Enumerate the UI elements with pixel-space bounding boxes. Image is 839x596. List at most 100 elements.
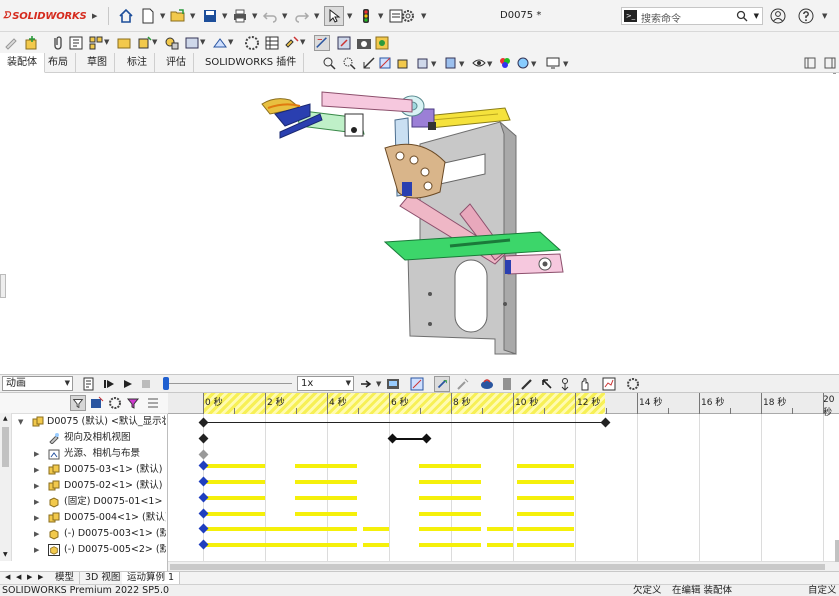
change-bar[interactable] — [517, 527, 574, 531]
component-key-point[interactable] — [198, 523, 209, 534]
scroll-down-icon[interactable]: ▼ — [3, 551, 8, 558]
move-component-icon[interactable] — [136, 35, 152, 51]
zoom-to-area-icon[interactable] — [342, 56, 356, 70]
tab-scroll-first-icon[interactable]: ◀ — [5, 573, 10, 581]
motion-timeline[interactable]: 0 秒 2 秒 4 秒 6 秒 8 秒 10 秒 12 秒 14 秒 16 秒 … — [168, 393, 839, 561]
component-key-point[interactable] — [198, 539, 209, 550]
reference-dropdown-icon[interactable]: ▼ — [228, 38, 233, 46]
camera-key-point[interactable] — [198, 433, 209, 444]
traffic-light-icon[interactable] — [356, 6, 376, 26]
expand-arrow-icon[interactable]: ▶ — [34, 478, 39, 494]
menu-chevron-icon[interactable]: ▶ — [92, 12, 97, 20]
expand-arrow-icon[interactable]: ▶ — [34, 510, 39, 526]
hide-show-dropdown-icon[interactable]: ▼ — [487, 60, 492, 68]
tree-item-component[interactable]: ▶ D0075-02<1> (默认) <默 — [0, 478, 166, 494]
show-hidden-components-icon[interactable] — [164, 35, 180, 51]
study-type-select[interactable]: 动画 ▼ — [2, 376, 73, 391]
hand-drag-icon[interactable] — [578, 377, 592, 391]
tree-item-component[interactable]: ▶ D0075-03<1> (默认) <默 — [0, 462, 166, 478]
change-bar[interactable] — [419, 512, 481, 516]
expand-arrow-icon[interactable]: ▶ — [34, 542, 39, 558]
restore-panel-icon[interactable] — [803, 56, 817, 70]
motion-study-properties-gear-icon[interactable] — [626, 377, 640, 391]
filter-selected-icon[interactable] — [108, 396, 122, 410]
units-custom[interactable]: 自定义 — [808, 585, 837, 596]
change-bar[interactable] — [487, 543, 513, 547]
results-plots-icon[interactable] — [602, 377, 616, 391]
change-bar[interactable] — [203, 496, 265, 500]
change-bar[interactable] — [295, 512, 357, 516]
change-bar[interactable] — [295, 496, 357, 500]
motor-icon[interactable] — [480, 377, 494, 391]
playback-mode-arrow-icon[interactable] — [360, 378, 372, 390]
change-bar[interactable] — [517, 512, 574, 516]
change-bar[interactable] — [419, 527, 481, 531]
filter-driving-icon[interactable] — [90, 396, 104, 410]
key-point-start[interactable] — [198, 417, 209, 428]
display-style-dropdown-icon[interactable]: ▼ — [459, 60, 464, 68]
tree-scroll-thumb[interactable] — [2, 427, 9, 467]
dynamic-annotation-icon[interactable] — [396, 56, 410, 70]
assembly-model-render[interactable] — [0, 74, 839, 374]
change-bar[interactable] — [203, 512, 265, 516]
reference-geometry-icon[interactable] — [212, 35, 228, 51]
expand-arrow-icon[interactable]: ▶ — [34, 462, 39, 478]
change-bar[interactable] — [203, 464, 265, 468]
save-icon[interactable] — [200, 6, 220, 26]
edit-appearance-icon[interactable] — [498, 56, 512, 70]
timeline-vertical-scroll-thumb[interactable] — [835, 540, 839, 562]
change-bar[interactable] — [203, 527, 357, 531]
tab-assembly[interactable]: 装配体 — [0, 53, 45, 73]
open-folder-icon[interactable] — [168, 6, 188, 26]
panel-flyout-handle[interactable] — [0, 274, 6, 298]
new-motion-study-icon[interactable] — [244, 35, 260, 51]
view-orientation-icon[interactable] — [416, 56, 430, 70]
update-speedpak-icon[interactable] — [336, 35, 352, 51]
zoom-to-fit-icon[interactable] — [322, 56, 336, 70]
tree-item-component[interactable]: ▶ (固定) D0075-01<1> (默认 — [0, 494, 166, 510]
change-bar[interactable] — [419, 480, 481, 484]
scene-dropdown-icon[interactable]: ▼ — [531, 60, 536, 68]
tree-scrollbar[interactable]: ▲ ▼ — [0, 413, 12, 561]
change-bar[interactable] — [419, 543, 481, 547]
tab-scroll-last-icon[interactable]: ▶ — [38, 573, 43, 581]
tab-layout[interactable]: 布局 — [41, 53, 76, 73]
search-box[interactable]: >_ 搜索命令 ▼ — [621, 7, 763, 25]
exploded-view-icon[interactable] — [284, 35, 300, 51]
instant3d-icon[interactable] — [314, 35, 330, 51]
user-account-icon[interactable] — [768, 6, 788, 26]
tree-item-component[interactable]: ▶ (-) D0075-003<1> (默认) — [0, 526, 166, 542]
calculate-icon[interactable] — [82, 377, 96, 391]
change-bar[interactable] — [517, 543, 574, 547]
gravity-icon[interactable] — [558, 377, 572, 391]
filter-results-icon[interactable] — [126, 396, 140, 410]
edit-component-icon[interactable] — [4, 35, 20, 51]
camera-key-end[interactable] — [421, 433, 432, 444]
save-animation-icon[interactable] — [386, 377, 400, 391]
features-dropdown-icon[interactable]: ▼ — [200, 38, 205, 46]
hide-show-items-icon[interactable] — [472, 56, 486, 70]
expand-arrow-icon[interactable]: ▶ — [34, 446, 39, 462]
force-arrow-icon[interactable] — [540, 377, 554, 391]
change-bar[interactable] — [517, 496, 574, 500]
tab-evaluate[interactable]: 评估 — [159, 53, 194, 73]
solidworks-logo[interactable]: ᗤ SOLIDWORKS — [3, 8, 87, 24]
tree-item-component[interactable]: ▶ D0075-004<1> (默认) <- — [0, 510, 166, 526]
change-bar[interactable] — [419, 464, 481, 468]
section-view-icon[interactable] — [378, 56, 392, 70]
bill-of-materials-icon[interactable] — [264, 35, 280, 51]
play-icon[interactable] — [122, 378, 134, 390]
stop-icon[interactable] — [141, 379, 151, 389]
tab-scroll-next-icon[interactable]: ▶ — [27, 573, 32, 581]
search-input[interactable]: 搜索命令 — [641, 10, 681, 25]
change-bar[interactable] — [419, 496, 481, 500]
key-point-end[interactable] — [600, 417, 611, 428]
spring-icon[interactable] — [500, 377, 514, 391]
change-bar[interactable] — [363, 527, 389, 531]
undo-dropdown-icon[interactable]: ▼ — [282, 12, 287, 20]
maximize-panel-icon[interactable] — [823, 56, 837, 70]
mate-paperclip-icon[interactable] — [50, 35, 66, 51]
change-bar[interactable] — [517, 464, 574, 468]
component-key-point[interactable] — [198, 476, 209, 487]
expand-arrow-icon[interactable]: ▶ — [34, 494, 39, 510]
